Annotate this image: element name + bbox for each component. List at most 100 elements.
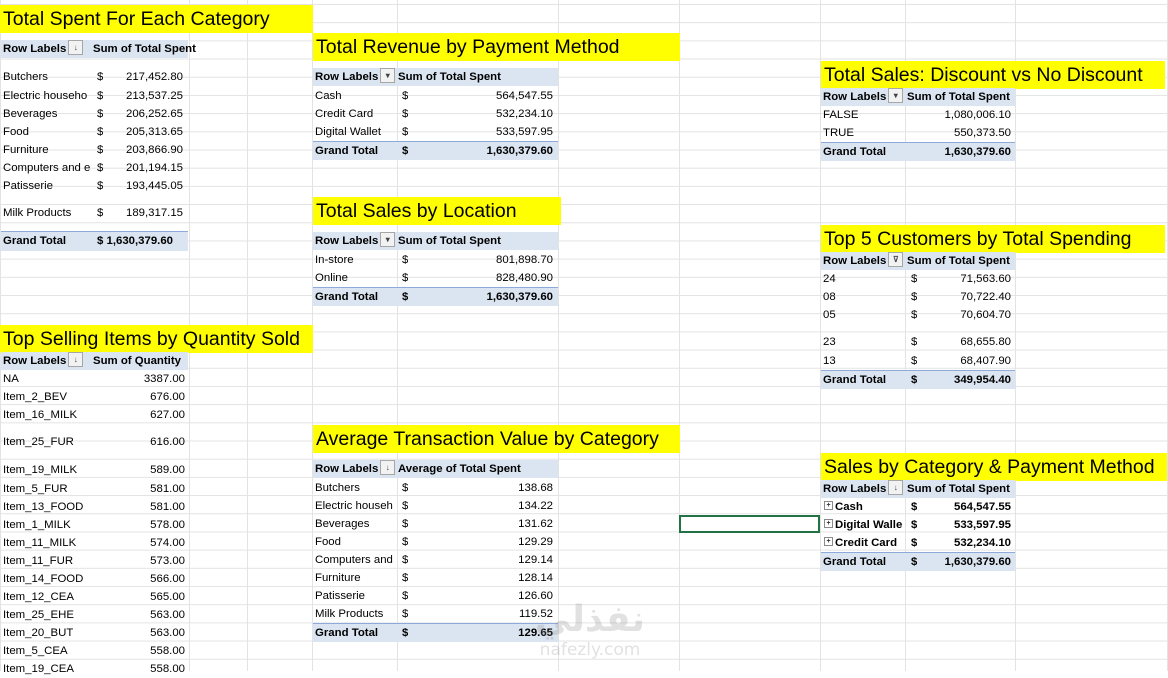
value-header: Sum of Total Spent	[398, 71, 501, 83]
table-row[interactable]: Item_5_CEA 558.00	[1, 642, 188, 660]
pivot-revenue-by-payment[interactable]: Row Labels ▾ Sum of Total Spent Cash $564,…	[313, 68, 558, 160]
grand-total-row[interactable]: Grand Total $1,630,379.60	[313, 141, 558, 160]
table-row[interactable]: Butchers $138.68	[313, 479, 558, 497]
expand-icon[interactable]: +	[824, 537, 833, 547]
table-row[interactable]: In-store $801,898.70	[313, 251, 558, 269]
table-row[interactable]: Item_5_FUR 581.00	[1, 480, 188, 498]
row-value: 828,480.90	[495, 272, 553, 284]
grand-total-label: Grand Total	[823, 374, 887, 386]
sort-filter-icon[interactable]: ↓	[68, 352, 84, 368]
pivot-header[interactable]: Row Labels ▾ Sum of Total Spent	[313, 232, 558, 250]
filter-active-icon[interactable]: ⊽	[888, 252, 904, 268]
table-row[interactable]: TRUE 550,373.50	[821, 124, 1015, 142]
table-row[interactable]: Computers and e $201,194.15	[1, 159, 188, 177]
pivot-discount[interactable]: Row Labels ▾ Sum of Total Spent FALSE 1,08…	[821, 88, 1015, 162]
row-value: 558.00	[150, 663, 185, 675]
table-row[interactable]: Item_16_MILK 627.00	[1, 406, 188, 424]
pivot-header[interactable]: Row Labels ↓ Sum of Total Spent	[821, 480, 1015, 498]
table-row[interactable]: Item_19_CEA 558.00	[1, 660, 188, 678]
row-value: 129.14	[518, 554, 553, 566]
table-row[interactable]: Computers and $129.14	[313, 551, 558, 569]
table-row[interactable]: NA 3387.00	[1, 370, 188, 388]
table-row[interactable]: Item_13_FOOD 581.00	[1, 498, 188, 516]
filter-dropdown-icon[interactable]: ▾	[380, 68, 396, 84]
grand-total-row[interactable]: Grand Total 1,630,379.60	[821, 142, 1015, 161]
row-value: 68,407.90	[960, 355, 1011, 367]
table-row[interactable]: Item_19_MILK 589.00	[1, 461, 188, 479]
table-row[interactable]: Furniture $128.14	[313, 569, 558, 587]
table-row[interactable]: + Digital Walle $533,597.95	[821, 516, 1015, 534]
row-label: Digital Wallet	[315, 126, 382, 138]
table-row[interactable]: Item_12_CEA 565.00	[1, 588, 188, 606]
table-row[interactable]: Patisserie $193,445.05	[1, 177, 188, 195]
filter-dropdown-icon[interactable]: ▾	[380, 232, 396, 248]
sort-filter-icon[interactable]: ↓	[888, 480, 904, 496]
table-row[interactable]: Item_14_FOOD 566.00	[1, 570, 188, 588]
grand-total-row[interactable]: Grand Total $1,630,379.60	[313, 287, 558, 306]
table-row[interactable]: Item_2_BEV 676.00	[1, 388, 188, 406]
pivot-header[interactable]: Row Labels ▾ Sum of Total Spent	[821, 88, 1015, 106]
table-row[interactable]: Item_11_MILK 574.00	[1, 534, 188, 552]
table-row[interactable]: Online $828,480.90	[313, 269, 558, 287]
table-row[interactable]: Cash $564,547.55	[313, 87, 558, 105]
row-value: 589.00	[150, 464, 185, 476]
sort-filter-icon[interactable]: ↓	[380, 460, 396, 476]
table-row[interactable]: Item_25_EHE 563.00	[1, 606, 188, 624]
table-row[interactable]: FALSE 1,080,006.10	[821, 106, 1015, 124]
table-row[interactable]: Food $205,313.65	[1, 123, 188, 141]
sort-filter-icon[interactable]: ↓	[68, 40, 84, 56]
pivot-header[interactable]: Row Labels ⊽ Sum of Total Spent	[821, 252, 1015, 270]
currency: $	[97, 108, 104, 120]
pivot-header[interactable]: Row Labels ↓ Sum of Total Spent	[1, 40, 196, 58]
row-value: 68,655.80	[960, 336, 1011, 348]
table-row[interactable]: 23 $68,655.80	[821, 333, 1015, 351]
row-label: Item_25_EHE	[3, 609, 74, 621]
pivot-header[interactable]: Row Labels ▾ Sum of Total Spent	[313, 68, 558, 86]
table-row[interactable]: 05 $70,604.70	[821, 306, 1015, 324]
grand-total-row[interactable]: Grand Total $1,630,379.60	[821, 552, 1015, 571]
table-row[interactable]: 13 $68,407.90	[821, 352, 1015, 370]
table-row[interactable]: Furniture $203,866.90	[1, 141, 188, 159]
table-row[interactable]: 24 $71,563.60	[821, 270, 1015, 288]
active-cell-selection[interactable]	[679, 515, 820, 533]
pivot-header[interactable]: Row Labels ↓ Sum of Quantity	[1, 352, 188, 370]
table-row[interactable]: Item_25_FUR 616.00	[1, 433, 188, 451]
expand-icon[interactable]: +	[824, 519, 833, 529]
table-row[interactable]: Credit Card $532,234.10	[313, 105, 558, 123]
table-row[interactable]: Butchers $217,452.80	[1, 68, 188, 86]
row-label: Credit Card	[315, 108, 374, 120]
row-label: Patisserie	[3, 180, 54, 192]
table-row[interactable]: Electric househ $134.22	[313, 497, 558, 515]
table-row[interactable]: Electric househo $213,537.25	[1, 87, 188, 105]
table-row[interactable]: Food $129.29	[313, 533, 558, 551]
pivot-header[interactable]: Row Labels ↓ Average of Total Spent	[313, 460, 558, 478]
table-row[interactable]: Milk Products $189,317.15	[1, 204, 188, 222]
row-value: 578.00	[150, 519, 185, 531]
row-value: 201,194.15	[125, 162, 183, 174]
row-value: 581.00	[150, 483, 185, 495]
pivot-top-selling-items[interactable]: Row Labels ↓ Sum of Quantity NA 3387.00 It…	[1, 352, 188, 675]
row-value: 532,234.10	[953, 537, 1011, 549]
grand-total-row[interactable]: Grand Total $ 1,630,379.60	[1, 231, 188, 251]
pivot-category-payment[interactable]: Row Labels ↓ Sum of Total Spent + Cash $564…	[821, 480, 1015, 571]
row-label: Furniture	[3, 144, 49, 156]
table-row[interactable]: + Credit Card $532,234.10	[821, 534, 1015, 552]
expand-icon[interactable]: +	[824, 501, 833, 511]
row-value: 189,317.15	[125, 207, 183, 219]
pivot-sales-by-location[interactable]: Row Labels ▾ Sum of Total Spent In-store $…	[313, 232, 558, 306]
table-row[interactable]: Item_11_FUR 573.00	[1, 552, 188, 570]
row-label: Cash	[835, 501, 863, 513]
filter-dropdown-icon[interactable]: ▾	[888, 88, 904, 104]
table-row[interactable]: Beverages $131.62	[313, 515, 558, 533]
currency: $	[97, 180, 104, 192]
table-row[interactable]: Beverages $206,252.65	[1, 105, 188, 123]
table-row[interactable]: + Cash $564,547.55	[821, 498, 1015, 516]
pivot-spent-by-category[interactable]: Row Labels ↓ Sum of Total Spent Butchers $…	[1, 40, 196, 255]
grand-total-row[interactable]: Grand Total $349,954.40	[821, 370, 1015, 389]
currency: $	[97, 207, 104, 219]
table-row[interactable]: Digital Wallet $533,597.95	[313, 123, 558, 141]
table-row[interactable]: Item_1_MILK 578.00	[1, 516, 188, 534]
pivot-top-customers[interactable]: Row Labels ⊽ Sum of Total Spent 24 $71,563…	[821, 252, 1015, 389]
table-row[interactable]: Item_20_BUT 563.00	[1, 624, 188, 642]
table-row[interactable]: 08 $70,722.40	[821, 288, 1015, 306]
